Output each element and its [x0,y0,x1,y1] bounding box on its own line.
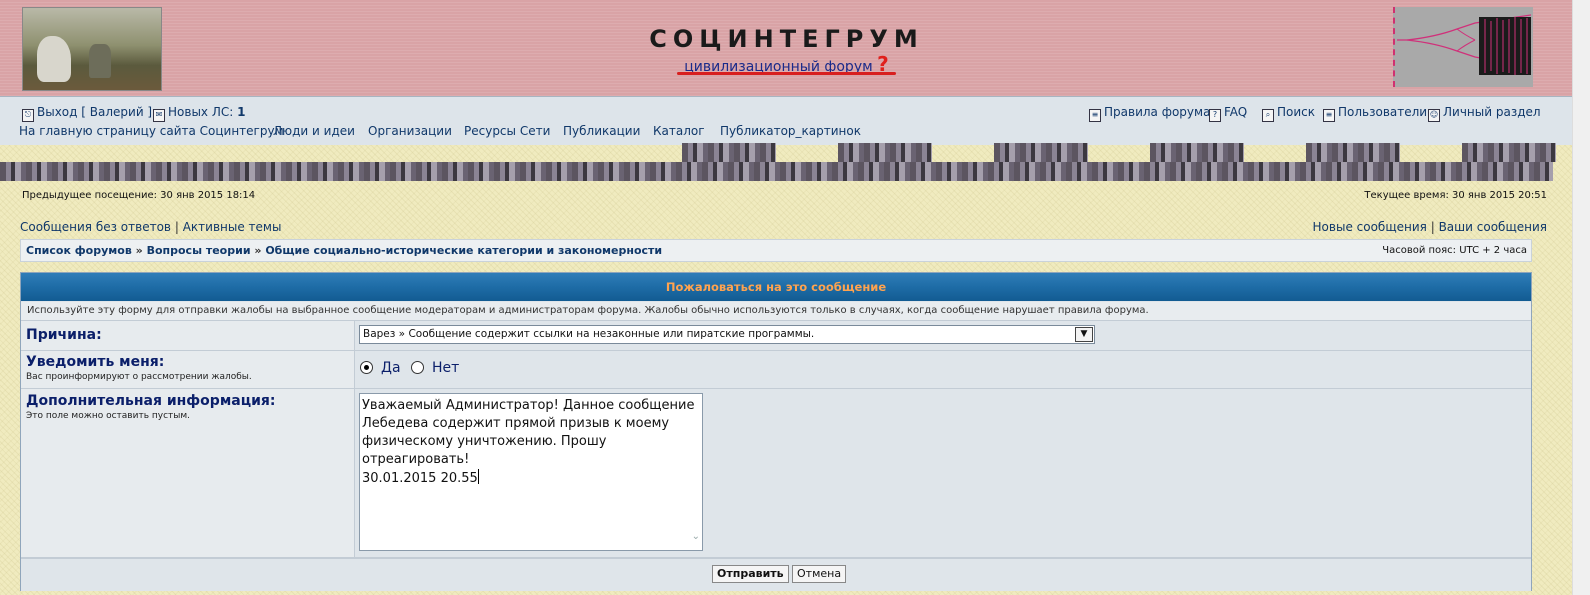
bifurcation-diagram-logo [1393,7,1533,87]
current-time: Текущее время: 30 янв 2015 20:51 [1364,190,1547,201]
bifurcation-diagram-graphic [1397,14,1531,75]
nav-web-resources[interactable]: Ресурсы Сети [464,124,550,138]
notify-yes-radio[interactable] [360,361,373,374]
wall-merlon [682,143,776,162]
text-caret [477,469,479,484]
info-value-cell: Уважаемый Администратор! Данное сообщени… [355,389,1531,557]
new-pm-label: Новых ЛС: [168,105,234,119]
faq-icon: ? [1209,109,1221,122]
search-link[interactable]: ⌕ Поиск [1262,105,1315,122]
additional-info-text: Уважаемый Администратор! Данное сообщени… [362,398,695,486]
info-label: Дополнительная информация: [26,393,276,409]
wall-base [0,162,1553,181]
info-row: Дополнительная информация: Это поле можн… [21,389,1531,558]
wall-merlon [1150,143,1244,162]
nav-catalog[interactable]: Каталог [653,124,705,138]
wall-merlon [1462,143,1556,162]
breadcrumb-separator: » [135,244,143,257]
new-pm-link[interactable]: ✉ Новых ЛС: 1 [153,105,245,122]
private-message-icon: ✉ [153,109,165,122]
search-icon: ⌕ [1262,109,1274,122]
users-label: Пользователи [1338,105,1428,119]
personal-section-label: Личный раздел [1443,105,1541,119]
breadcrumb: Список форумов » Вопросы теории » Общие … [26,244,662,257]
notify-hint: Вас проинформируют о рассмотрении жалобы… [26,372,252,382]
link-separator: | [174,220,179,234]
users-icon: ≡ [1323,109,1335,122]
notify-row: Уведомить меня: Вас проинформируют о рас… [21,351,1531,389]
chevron-down-icon[interactable]: ▼ [1075,327,1093,342]
wall-merlon [838,143,932,162]
forum-rules-label: Правила форума [1104,105,1211,119]
reason-selected-value: Варез » Сообщение содержит ссылки на нез… [363,328,815,340]
personal-section-link[interactable]: ☺ Личный раздел [1428,105,1541,122]
additional-info-textarea[interactable]: Уважаемый Администратор! Данное сообщени… [359,393,703,551]
site-header: СОЦИНТЕГРУМ цивилизационный форум ? [0,0,1573,97]
reason-label: Причина: [26,327,102,343]
report-form-description: Используйте эту форму для отправки жалоб… [21,302,1531,321]
nav-home-site[interactable]: На главную страницу сайта Социнтегрум [19,124,284,138]
notify-label-cell: Уведомить меня: Вас проинформируют о рас… [21,351,355,388]
unanswered-posts-link[interactable]: Сообщения без ответов [20,220,171,234]
quick-links-right: Новые сообщения | Ваши сообщения [1313,220,1547,234]
nav-people-ideas[interactable]: Люди и идеи [273,124,355,138]
form-actions: Отправить Отмена [21,558,1531,591]
forum-rules-link[interactable]: ≡ Правила форума [1089,105,1210,122]
nav-publications[interactable]: Публикации [563,124,640,138]
reason-label-cell: Причина: [21,321,355,350]
cancel-button[interactable]: Отмена [792,565,847,583]
faq-label: FAQ [1224,105,1248,119]
previous-visit: Предыдущее посещение: 30 янв 2015 18:14 [22,190,256,201]
logout-label: Выход [ Валерий ] [37,105,153,119]
info-label-cell: Дополнительная информация: Это поле можн… [21,389,355,557]
textarea-scroll-arrow-icon[interactable]: ⌄ [692,528,700,546]
personal-section-icon: ☺ [1428,109,1440,122]
notify-label: Уведомить меня: [26,354,165,370]
nav-organizations[interactable]: Организации [368,124,452,138]
logout-icon: ⎋ [22,109,34,122]
breadcrumb-bar: Список форумов » Вопросы теории » Общие … [20,239,1532,262]
users-link[interactable]: ≡ Пользователи [1323,105,1427,122]
active-topics-link[interactable]: Активные темы [183,220,282,234]
reason-row: Причина: Варез » Сообщение содержит ссыл… [21,321,1531,351]
rules-icon: ≡ [1089,109,1101,122]
page-scrollbar[interactable] [1572,0,1590,595]
breadcrumb-forum-index[interactable]: Список форумов [26,244,132,257]
nav-image-publisher[interactable]: Публикатор_картинок [720,124,861,138]
new-posts-link[interactable]: Новые сообщения [1313,220,1427,234]
search-label: Поиск [1277,105,1316,119]
report-post-form: Пожаловаться на это сообщение Используйт… [20,272,1532,591]
subtitle-underline [677,72,896,75]
report-form-title: Пожаловаться на это сообщение [21,273,1531,301]
submit-button[interactable]: Отправить [712,565,789,583]
breadcrumb-separator: » [254,244,262,257]
breadcrumb-categories[interactable]: Общие социально-исторические категории и… [265,244,662,257]
wall-merlon [1306,143,1400,162]
logout-link[interactable]: ⎋ Выход [ Валерий ] [22,105,152,122]
notify-no-radio[interactable] [411,361,424,374]
quick-links-left: Сообщения без ответов | Активные темы [20,220,281,234]
info-hint: Это поле можно оставить пустым. [26,411,191,421]
timezone-info: Часовой пояс: UTC + 2 часа [1382,245,1527,256]
new-pm-count: 1 [237,105,246,119]
link-separator: | [1430,220,1435,234]
stone-wall-border [0,143,1573,181]
faq-link[interactable]: ? FAQ [1209,105,1247,122]
site-title[interactable]: СОЦИНТЕГРУМ [0,25,1573,53]
navigation-bar: ⎋ Выход [ Валерий ] ✉ Новых ЛС: 1 ≡ Правила… [0,97,1573,145]
notify-yes-label[interactable]: Да [381,360,401,376]
wall-merlon [994,143,1088,162]
your-posts-link[interactable]: Ваши сообщения [1439,220,1547,234]
reason-select[interactable]: Варез » Сообщение содержит ссылки на нез… [359,325,1095,344]
breadcrumb-theory[interactable]: Вопросы теории [147,244,251,257]
notify-no-label[interactable]: Нет [432,360,459,376]
notify-value-cell: Да Нет [355,351,1531,388]
reason-value-cell: Варез » Сообщение содержит ссылки на нез… [355,321,1531,350]
